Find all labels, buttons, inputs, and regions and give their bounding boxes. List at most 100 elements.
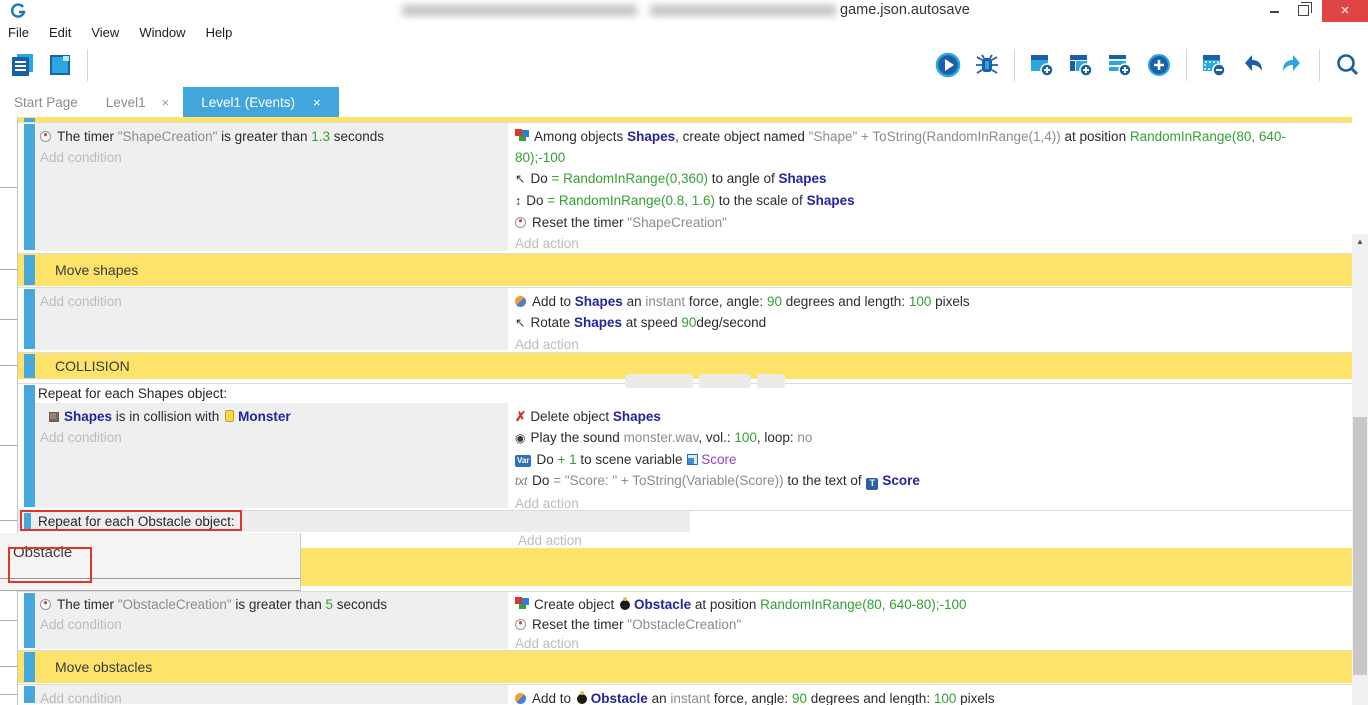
repeat-event-row[interactable]: Repeat for each Shapes object: Shapes is… — [18, 383, 1352, 509]
variable-icon: Var — [515, 455, 531, 467]
gdevelop-window: game.json.autosave × File Edit View Wind… — [0, 0, 1368, 705]
menu-view[interactable]: View — [81, 25, 129, 40]
event-fold-tick[interactable] — [0, 319, 17, 320]
actions-column: ✗Delete object Shapes ◉Play the sound mo… — [510, 403, 1352, 508]
events-sheet: The timer "ShapeCreation" is greater tha… — [0, 117, 1368, 705]
condition-line[interactable]: The timer "ShapeCreation" is greater tha… — [35, 126, 508, 147]
angle-icon: ↖ — [515, 172, 525, 186]
window-title: game.json.autosave — [840, 2, 970, 18]
close-button[interactable]: × — [1322, 0, 1368, 22]
tab-start-page[interactable]: Start Page — [0, 87, 92, 117]
action-line[interactable]: ↖Do = RandomInRange(0,360) to angle of S… — [510, 168, 1352, 190]
drag-ghost — [625, 374, 693, 388]
add-condition[interactable]: Add condition — [35, 291, 508, 312]
comment-text: Move obstacles — [55, 659, 152, 675]
event-fold-tick[interactable] — [0, 269, 17, 270]
action-line[interactable]: Create object Obstacle at position Rando… — [510, 595, 1352, 615]
event-selection-bar[interactable] — [24, 686, 35, 703]
event-fold-tick[interactable] — [0, 620, 17, 621]
event-fold-tick[interactable] — [0, 666, 17, 667]
redo-icon[interactable] — [1277, 49, 1307, 81]
sound-icon: ◉ — [515, 431, 525, 445]
action-line[interactable]: ↕Do = RandomInRange(0.8, 1.6) to the sca… — [510, 190, 1352, 212]
event-fold-tick[interactable] — [0, 445, 17, 446]
action-line[interactable]: VarDo + 1 to scene variable Score — [510, 449, 1352, 470]
restore-button[interactable] — [1298, 5, 1309, 16]
event-row[interactable]: Add condition Add to Shapes an instant f… — [18, 287, 1352, 351]
debugger-icon[interactable] — [972, 49, 1002, 81]
tab-label: Level1 (Events) — [201, 95, 295, 110]
action-line[interactable]: Reset the timer "ShapeCreation" — [510, 212, 1352, 233]
timer-icon — [40, 131, 51, 142]
conditions-column: Shapes is in collision with Monster Add … — [35, 403, 508, 508]
play-icon[interactable] — [933, 49, 963, 81]
condition-line[interactable]: Shapes is in collision with Monster — [35, 406, 508, 427]
vertical-scrollbar[interactable]: ▲ ▼ — [1352, 234, 1368, 705]
menu-edit[interactable]: Edit — [39, 25, 81, 40]
scene-variable-icon — [687, 454, 698, 465]
menu-file[interactable]: File — [0, 25, 39, 40]
add-subevent-icon[interactable] — [1066, 49, 1096, 81]
event-selection-bar[interactable] — [24, 289, 35, 349]
event-fold-tick[interactable] — [0, 520, 17, 521]
selection-highlight-repeat-obstacle — [20, 510, 242, 531]
tab-level1[interactable]: Level1 × — [92, 87, 183, 117]
action-line[interactable]: ◉Play the sound monster.wav, vol.: 100, … — [510, 427, 1352, 449]
comment-row[interactable]: Move obstacles — [18, 650, 1352, 683]
comment-row[interactable]: Move shapes — [18, 253, 1352, 286]
tab-close-icon[interactable]: × — [162, 95, 170, 110]
comment-text: COLLISION — [55, 358, 130, 374]
action-line[interactable]: txtDo = "Score: " + ToString(Variable(Sc… — [510, 470, 1352, 493]
event-selection-bar[interactable] — [24, 354, 35, 378]
scroll-up-icon[interactable]: ▲ — [1352, 234, 1368, 250]
event-row[interactable]: Add condition Add to Obstacle an instant… — [18, 684, 1352, 705]
tab-level1-events[interactable]: Level1 (Events) × — [183, 87, 338, 117]
toolbar-separator — [87, 49, 88, 81]
project-manager-icon[interactable] — [8, 49, 38, 81]
gdevelop-logo-icon — [10, 3, 26, 19]
add-circle-icon[interactable] — [1144, 49, 1174, 81]
add-condition[interactable]: Add condition — [35, 615, 508, 635]
add-condition[interactable]: Add condition — [35, 688, 508, 705]
search-icon[interactable] — [1332, 49, 1362, 81]
tab-bar: Start Page Level1 × Level1 (Events) × — [0, 87, 1368, 117]
event-fold-tick[interactable] — [0, 694, 17, 695]
monster-object-icon — [225, 410, 234, 422]
action-line[interactable]: Reset the timer "ObstacleCreation" — [510, 615, 1352, 635]
tab-close-icon[interactable]: × — [313, 95, 321, 110]
open-scene-icon[interactable] — [46, 49, 76, 81]
event-fold-tick[interactable] — [0, 365, 17, 366]
conditions-column: Add condition — [35, 288, 508, 350]
action-line[interactable]: Add to Shapes an instant force, angle: 9… — [510, 291, 1352, 312]
action-line[interactable]: Among objects Shapes, create object name… — [510, 126, 1310, 168]
event-selection-bar[interactable] — [24, 652, 35, 682]
scrollbar-thumb[interactable] — [1353, 417, 1367, 675]
action-line[interactable]: ↖Rotate Shapes at speed 90deg/second — [510, 312, 1352, 334]
remove-event-icon[interactable] — [1199, 49, 1229, 81]
event-selection-bar[interactable] — [24, 124, 35, 250]
action-line[interactable]: Add to Obstacle an instant force, angle:… — [510, 688, 1352, 705]
add-event-icon[interactable] — [1027, 49, 1057, 81]
undo-icon[interactable] — [1238, 49, 1268, 81]
add-action[interactable]: Add action — [510, 233, 1352, 254]
add-comment-icon[interactable] — [1105, 49, 1135, 81]
event-row[interactable]: The timer "ShapeCreation" is greater tha… — [18, 122, 1352, 252]
comment-text: Move shapes — [55, 262, 138, 278]
add-condition[interactable]: Add condition — [35, 427, 508, 448]
action-line[interactable]: ✗Delete object Shapes — [510, 406, 1352, 427]
event-fold-tick[interactable] — [0, 187, 17, 188]
toolbar-separator — [1186, 49, 1187, 81]
create-object-icon — [515, 129, 529, 142]
condition-line[interactable]: The timer "ObstacleCreation" is greater … — [35, 595, 508, 615]
create-object-icon — [515, 597, 529, 610]
minimize-button[interactable] — [1270, 11, 1279, 13]
drag-ghost — [757, 374, 785, 388]
drag-ghost — [699, 374, 751, 388]
event-selection-bar[interactable] — [24, 255, 35, 285]
event-row[interactable]: The timer "ObstacleCreation" is greater … — [18, 591, 1352, 650]
add-condition[interactable]: Add condition — [35, 147, 508, 168]
menu-window[interactable]: Window — [129, 25, 195, 40]
event-selection-bar[interactable] — [24, 593, 35, 648]
menu-help[interactable]: Help — [196, 25, 243, 40]
obstacle-object-icon — [620, 600, 630, 610]
